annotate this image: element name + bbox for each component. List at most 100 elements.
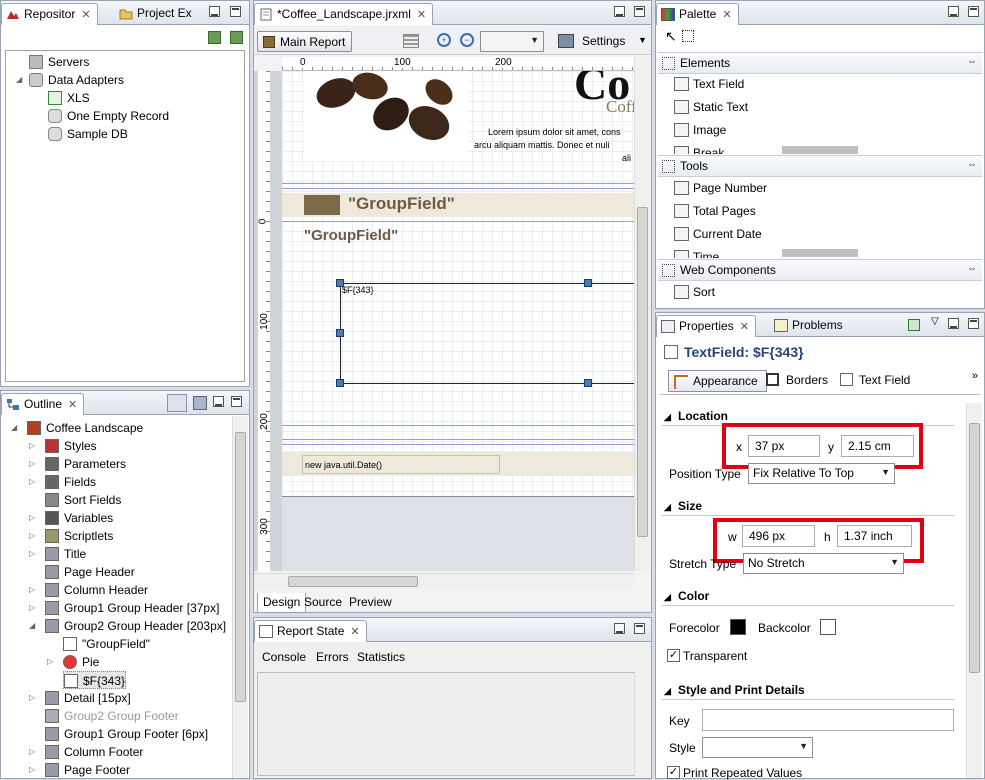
collapse-icon[interactable]: ⇔ bbox=[967, 159, 977, 170]
main-report-button[interactable]: Main Report bbox=[257, 31, 353, 52]
x-input[interactable]: 37 px bbox=[748, 435, 820, 457]
outline-item-title[interactable]: Title bbox=[45, 545, 86, 563]
tab-outline[interactable]: Outline ✕ bbox=[1, 393, 85, 415]
statistics-link[interactable]: Statistics bbox=[357, 650, 405, 664]
minimize-button[interactable] bbox=[614, 6, 625, 17]
outline-item-pie[interactable]: Pie bbox=[63, 653, 99, 671]
minimize-button[interactable] bbox=[209, 6, 220, 17]
maximize-button[interactable] bbox=[968, 6, 979, 17]
outline-item-field-343[interactable]: $F{343} bbox=[63, 671, 127, 689]
close-icon[interactable]: ✕ bbox=[68, 399, 77, 411]
tab-project-explorer[interactable]: Project Ex bbox=[115, 3, 198, 25]
maximize-button[interactable] bbox=[634, 623, 645, 634]
tab-text-field[interactable]: Text Field bbox=[840, 373, 910, 387]
h-input[interactable]: 1.37 inch bbox=[837, 525, 912, 547]
expand-arrow-icon[interactable]: ▷ bbox=[29, 473, 35, 491]
section-scroll-handle[interactable] bbox=[782, 146, 858, 154]
expand-arrow-icon[interactable]: ▷ bbox=[47, 653, 53, 671]
view-menu-icon[interactable]: ▽ bbox=[931, 316, 939, 327]
size-section-title[interactable]: ◢ Size bbox=[664, 499, 702, 513]
outline-item-scriptlets[interactable]: Scriptlets bbox=[45, 527, 113, 545]
tab-report-state[interactable]: Report State ✕ bbox=[254, 620, 367, 642]
resize-handle[interactable] bbox=[336, 279, 344, 287]
palette-item[interactable]: Sort bbox=[674, 281, 715, 303]
close-icon[interactable]: ✕ bbox=[722, 9, 731, 21]
outline-item-fields[interactable]: Fields bbox=[45, 473, 96, 491]
properties-scrollbar[interactable] bbox=[966, 403, 982, 778]
palette-item[interactable]: Total Pages bbox=[674, 200, 756, 222]
close-icon[interactable]: ✕ bbox=[350, 626, 359, 638]
outline-scrollbar[interactable] bbox=[232, 416, 248, 778]
collapse-arrow-icon[interactable]: ◢ bbox=[11, 419, 17, 437]
style-select[interactable] bbox=[702, 737, 813, 758]
maximize-button[interactable] bbox=[231, 396, 242, 407]
pin-icon[interactable] bbox=[908, 319, 920, 331]
tree-item-xls[interactable]: XLS bbox=[48, 89, 90, 107]
position-type-select[interactable]: Fix Relative To Top bbox=[748, 463, 895, 484]
expand-arrow-icon[interactable]: ▷ bbox=[29, 743, 35, 761]
close-icon[interactable]: ✕ bbox=[417, 9, 426, 21]
outline-item-page-header[interactable]: Page Header bbox=[45, 563, 135, 581]
tree-item-data-adapters[interactable]: Data Adapters bbox=[29, 71, 124, 89]
tab-borders[interactable]: Borders bbox=[766, 373, 828, 387]
maximize-button[interactable] bbox=[634, 6, 645, 17]
section-scroll-handle[interactable] bbox=[782, 249, 858, 257]
outline-item-parameters[interactable]: Parameters bbox=[45, 455, 126, 473]
tree-view-icon[interactable] bbox=[167, 394, 187, 412]
group-field-title[interactable]: "GroupField" bbox=[348, 194, 455, 214]
expand-arrow-icon[interactable]: ▷ bbox=[29, 761, 35, 779]
print-repeated-checkbox[interactable]: ✓ bbox=[667, 766, 680, 779]
palette-item[interactable]: Time bbox=[674, 246, 719, 258]
expand-arrow-icon[interactable]: ▷ bbox=[29, 509, 35, 527]
palette-item[interactable]: Static Text bbox=[674, 96, 748, 118]
console-link[interactable]: Console bbox=[262, 650, 306, 664]
tab-source[interactable]: Source bbox=[299, 593, 347, 613]
expand-arrow-icon[interactable]: ◢ bbox=[16, 71, 22, 89]
select-tool-icon[interactable]: ↖ bbox=[665, 29, 677, 43]
outline-item-group-field[interactable]: "GroupField" bbox=[63, 635, 150, 653]
tree-item-one-empty-record[interactable]: One Empty Record bbox=[48, 107, 169, 125]
color-section-title[interactable]: ◢ Color bbox=[664, 589, 709, 603]
style-print-section-title[interactable]: ◢ Style and Print Details bbox=[664, 683, 805, 697]
backcolor-swatch[interactable] bbox=[820, 619, 836, 635]
outline-item-group1-header[interactable]: Group1 Group Header [37px] bbox=[45, 599, 219, 617]
transparent-checkbox[interactable]: ✓ bbox=[667, 649, 680, 662]
y-input[interactable]: 2.15 cm bbox=[841, 435, 914, 457]
palette-item[interactable]: Page Number bbox=[674, 177, 767, 199]
collapse-icon[interactable]: ⇔ bbox=[967, 263, 977, 274]
new-adapter-icon[interactable] bbox=[230, 31, 243, 44]
palette-item[interactable]: Break bbox=[674, 142, 724, 154]
palette-section-0[interactable]: Elements ⇔ bbox=[658, 52, 982, 74]
outline-item-group1-footer[interactable]: Group1 Group Footer [6px] bbox=[45, 725, 208, 743]
tab-preview[interactable]: Preview bbox=[344, 593, 397, 613]
close-icon[interactable]: ✕ bbox=[81, 9, 90, 21]
outline-item-styles[interactable]: Styles bbox=[45, 437, 97, 455]
zoom-combo[interactable] bbox=[480, 31, 544, 52]
tab-repository[interactable]: Repositor ✕ bbox=[1, 3, 98, 25]
palette-section-2[interactable]: Web Components ⇔ bbox=[658, 259, 982, 281]
resize-handle[interactable] bbox=[336, 379, 344, 387]
key-input[interactable] bbox=[702, 709, 954, 731]
minimize-button[interactable] bbox=[614, 623, 625, 634]
marquee-tool-icon[interactable] bbox=[682, 30, 694, 42]
minimize-button[interactable] bbox=[948, 318, 959, 329]
tab-problems[interactable]: Problems bbox=[770, 315, 849, 337]
palette-item[interactable]: Text Field bbox=[674, 73, 744, 95]
outline-item-sort-fields[interactable]: Sort Fields bbox=[45, 491, 121, 509]
group-field-text[interactable]: "GroupField" bbox=[304, 227, 398, 244]
expand-arrow-icon[interactable]: ▷ bbox=[29, 437, 35, 455]
more-tabs-icon[interactable]: » bbox=[972, 370, 978, 382]
resize-handle[interactable] bbox=[584, 379, 592, 387]
date-field[interactable]: new java.util.Date() bbox=[302, 455, 500, 474]
errors-link[interactable]: Errors bbox=[316, 650, 349, 664]
zoom-out-icon[interactable]: − bbox=[460, 33, 474, 47]
expand-arrow-icon[interactable]: ▷ bbox=[29, 581, 35, 599]
expand-arrow-icon[interactable]: ▷ bbox=[29, 599, 35, 617]
thumbnail-view-icon[interactable] bbox=[193, 396, 207, 410]
expand-arrow-icon[interactable]: ▷ bbox=[29, 545, 35, 563]
tab-palette[interactable]: Palette ✕ bbox=[656, 3, 739, 25]
close-icon[interactable]: ✕ bbox=[740, 321, 749, 333]
w-input[interactable]: 496 px bbox=[742, 525, 815, 547]
outline-item-column-header[interactable]: Column Header bbox=[45, 581, 148, 599]
selected-textfield[interactable]: $F{343} bbox=[340, 283, 634, 384]
